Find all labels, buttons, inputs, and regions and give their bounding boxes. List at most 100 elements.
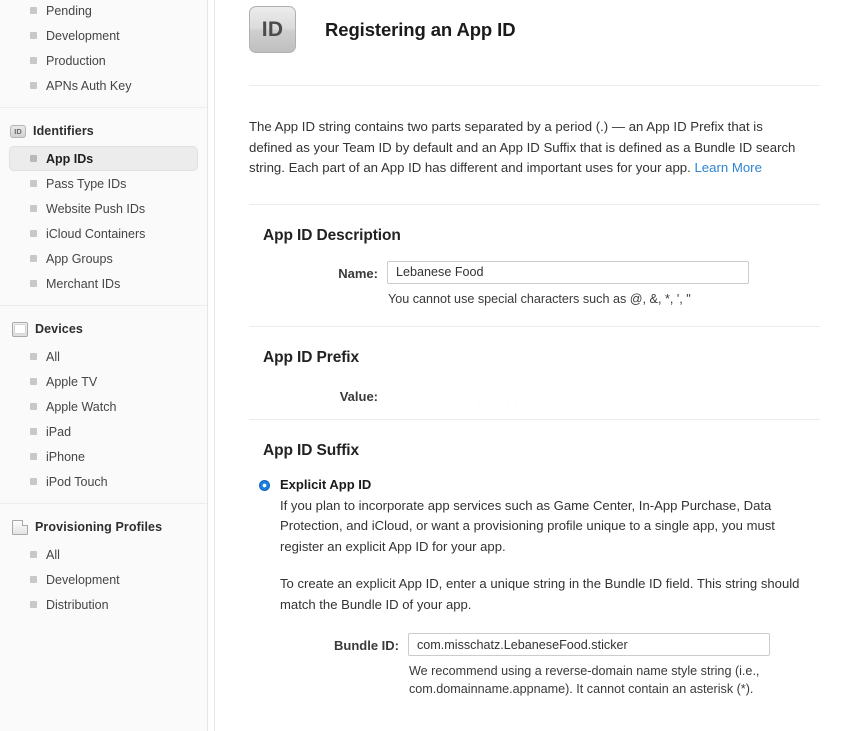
section-title: App ID Prefix [263,348,360,366]
sidebar-item-website-push-ids[interactable]: Website Push IDs [9,196,198,221]
sidebar-item-label: Development [46,28,120,43]
sidebar-item-label: Merchant IDs [46,276,121,291]
sidebar: Pending Development Production APNs Auth… [0,0,207,731]
sidebar-group-label: Identifiers [33,124,94,138]
bundle-id-label: Bundle ID: [334,638,399,653]
sidebar-item-apns-auth-key[interactable]: APNs Auth Key [9,73,198,98]
sidebar-group-provisioning-profiles: Provisioning Profiles All Development Di… [0,514,207,617]
bullet-icon [30,230,37,237]
bullet-icon [30,205,37,212]
sidebar-divider [0,503,207,504]
name-input[interactable] [387,260,749,284]
sidebar-item-apple-tv[interactable]: Apple TV [9,369,198,394]
sidebar-item-label: App IDs [46,151,94,166]
sidebar-divider [0,107,207,108]
prefix-value-col: .. .. [387,389,820,409]
id-badge-icon: ID [10,124,26,138]
bundle-id-col: We recommend using a reverse-domain name… [408,633,800,698]
bullet-icon [30,551,37,558]
sidebar-divider [0,305,207,306]
name-label: Name: [338,265,378,281]
sidebar-item-merchant-ids[interactable]: Merchant IDs [9,271,198,296]
sidebar-content-divider [207,0,215,731]
bullet-icon [30,453,37,460]
bullet-icon [30,32,37,39]
sidebar-item-profiles-development[interactable]: Development [9,567,198,592]
sidebar-item-label: Apple TV [46,374,98,389]
sidebar-item-profiles-all[interactable]: All [9,542,198,567]
sidebar-item-label: iCloud Containers [46,226,146,241]
bullet-icon [30,255,37,262]
sidebar-item-pending[interactable]: Pending [9,0,198,23]
sidebar-item-app-ids[interactable]: App IDs [9,146,198,171]
app-id-prefix-section: App ID Prefix Value: .. .. [249,327,820,409]
app-id-badge-icon: ID [249,6,296,53]
name-hint: You cannot use special characters such a… [388,291,691,306]
name-field-col: You cannot use special characters such a… [387,260,820,308]
device-icon [12,321,28,337]
name-field-row: Name: You cannot use special characters … [249,260,820,308]
sidebar-top-items: Pending Development Production APNs Auth… [0,0,207,98]
sidebar-item-label: Pass Type IDs [46,176,127,191]
prefix-field-row: Value: .. .. [249,389,820,409]
bullet-icon [30,7,37,14]
radio-selected-icon[interactable] [259,479,270,491]
app-window: Pending Development Production APNs Auth… [0,0,850,731]
sidebar-item-label: Apple Watch [46,399,117,414]
explicit-app-id-label: Explicit App ID [280,476,372,492]
explicit-app-id-description-2: To create an explicit App ID, enter a un… [280,576,800,612]
sidebar-group-label: Provisioning Profiles [35,520,163,534]
explicit-app-id-body: Explicit App ID If you plan to incorpora… [280,477,800,699]
bundle-id-input[interactable] [408,633,770,656]
sidebar-group-devices: Devices All Apple TV Apple Watch iPad iP… [0,316,207,494]
prefix-value-label: Value: [339,388,378,404]
prefix-value-text: .. .. [477,391,525,406]
bundle-id-field-row: Bundle ID: We recommend using a reverse-… [270,633,800,698]
sidebar-content: Pending Development Production APNs Auth… [0,0,207,617]
sidebar-item-app-groups[interactable]: App Groups [9,246,198,271]
page-title: Registering an App ID [325,18,516,40]
sidebar-item-iphone[interactable]: iPhone [9,444,198,469]
sidebar-group-header-identifiers: ID Identifiers [0,118,207,144]
sidebar-item-development[interactable]: Development [9,23,198,48]
bullet-icon [30,353,37,360]
sidebar-group-label: Devices [35,322,83,336]
sidebar-item-production[interactable]: Production [9,48,198,73]
bullet-icon [30,601,37,608]
section-title: App ID Suffix [263,441,359,459]
bullet-icon [30,576,37,583]
sidebar-group-header-provisioning-profiles: Provisioning Profiles [0,514,207,540]
sidebar-item-profiles-distribution[interactable]: Distribution [9,592,198,617]
sidebar-group-identifiers: ID Identifiers App IDs Pass Type IDs Web… [0,118,207,296]
sidebar-item-label: APNs Auth Key [46,78,132,93]
sidebar-item-pass-type-ids[interactable]: Pass Type IDs [9,171,198,196]
sidebar-item-apple-watch[interactable]: Apple Watch [9,394,198,419]
intro-paragraph: The App ID string contains two parts sep… [249,86,801,179]
sidebar-group-header-devices: Devices [0,316,207,342]
bullet-icon [30,82,37,89]
sidebar-item-label: Distribution [46,597,109,612]
bullet-icon [30,428,37,435]
sidebar-item-label: All [46,349,60,364]
sidebar-item-ipod-touch[interactable]: iPod Touch [9,469,198,494]
app-id-suffix-section: App ID Suffix Explicit App ID If you pla… [249,420,820,699]
document-icon [12,519,28,535]
bullet-icon [30,57,37,64]
sidebar-item-label: Production [46,53,106,68]
sidebar-item-icloud-containers[interactable]: iCloud Containers [9,221,198,246]
sidebar-item-label: iPhone [46,449,85,464]
bundle-id-hint: We recommend using a reverse-domain name… [409,664,760,696]
learn-more-link[interactable]: Learn More [694,160,761,175]
bullet-icon [30,180,37,187]
sidebar-item-devices-all[interactable]: All [9,344,198,369]
sidebar-item-label: iPod Touch [46,474,108,489]
sidebar-item-ipad[interactable]: iPad [9,419,198,444]
bullet-icon [30,155,37,162]
sidebar-item-label: Website Push IDs [46,201,146,216]
app-id-description-section: App ID Description Name: You cannot use … [249,205,820,308]
bullet-icon [30,403,37,410]
sidebar-item-label: App Groups [46,251,113,266]
bullet-icon [30,378,37,385]
sidebar-item-label: Pending [46,3,92,18]
explicit-app-id-option[interactable]: Explicit App ID If you plan to incorpora… [249,477,820,699]
